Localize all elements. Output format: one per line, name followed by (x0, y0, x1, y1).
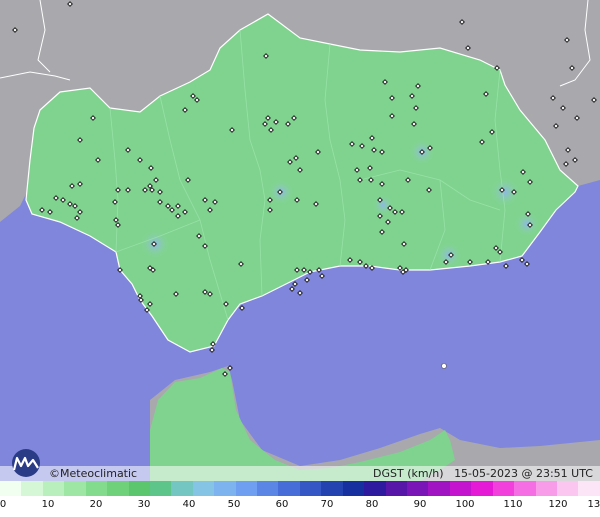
scale-tick-label: 70 (320, 499, 334, 510)
color-swatch (578, 481, 600, 496)
brand-label: ©Meteoclimatic (49, 467, 138, 480)
scale-tick-label: 20 (89, 499, 103, 510)
color-swatch (449, 481, 472, 496)
scale-tick-label: 30 (137, 499, 151, 510)
color-swatch (192, 481, 215, 496)
color-swatch (492, 481, 515, 496)
color-swatch (556, 481, 579, 496)
color-swatch (428, 481, 450, 496)
map-area (0, 0, 600, 481)
color-swatch (407, 481, 429, 496)
color-swatch (278, 481, 300, 496)
color-scale: 0 10 20 30 40 50 60 70 80 90 100 110 120 130 (0, 481, 600, 517)
color-swatch (514, 481, 536, 496)
color-swatch (128, 481, 150, 496)
map-caption: DGST (km/h) 15-05-2023 @ 23:51 UTC (373, 466, 593, 481)
color-swatch (235, 481, 258, 496)
scale-tick-label: 130 (587, 499, 600, 510)
color-swatch (257, 481, 279, 496)
gust-spot (373, 195, 393, 215)
meteoclimatic-logo-icon (12, 449, 40, 477)
color-swatch (107, 481, 129, 496)
scale-tick-label: 40 (182, 499, 196, 510)
scale-tick-label: 80 (365, 499, 379, 510)
scale-tick-label: 100 (455, 499, 475, 510)
wind-gust-map (0, 0, 600, 481)
scale-tick-label: 90 (413, 499, 427, 510)
scale-tick-label: 10 (41, 499, 55, 510)
scale-tick-label: 0 (0, 499, 7, 510)
color-swatch (385, 481, 408, 496)
scale-tick-label: 60 (275, 499, 289, 510)
color-swatch (299, 481, 322, 496)
scale-tick-label: 120 (548, 499, 568, 510)
color-swatch (342, 481, 365, 496)
color-swatch (42, 481, 65, 496)
variable-label: DGST (km/h) (373, 467, 444, 480)
color-swatch (364, 481, 386, 496)
scale-tick-label: 50 (227, 499, 241, 510)
color-swatch (85, 481, 108, 496)
color-swatch (214, 481, 236, 496)
timestamp-label: 15-05-2023 @ 23:51 UTC (454, 467, 593, 480)
color-swatch (0, 481, 22, 496)
color-scale-bar (0, 481, 600, 496)
color-swatch (535, 481, 557, 496)
color-swatch (149, 481, 172, 496)
color-swatch (21, 481, 43, 496)
color-swatch (64, 481, 86, 496)
color-swatch (171, 481, 193, 496)
color-swatch (471, 481, 493, 496)
color-swatch (321, 481, 343, 496)
island-marker (441, 363, 447, 369)
scale-tick-label: 110 (503, 499, 523, 510)
color-scale-labels: 0 10 20 30 40 50 60 70 80 90 100 110 120 130 (0, 497, 600, 517)
